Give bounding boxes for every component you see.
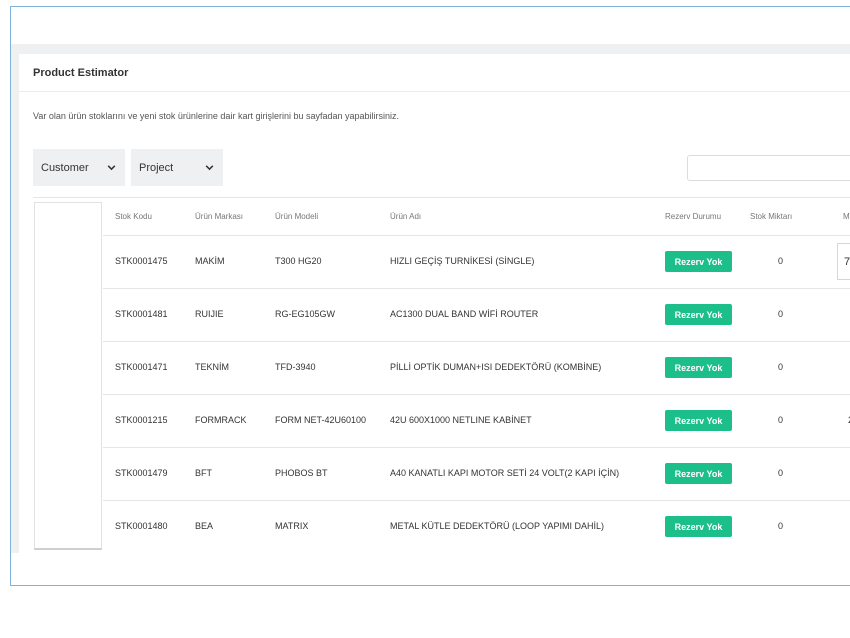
table-top-border (33, 197, 850, 198)
stock-code: STK0001481 (115, 309, 168, 319)
stock-code: STK0001215 (115, 415, 168, 425)
product-estimator-card: Product Estimator Var olan ürün stokları… (19, 54, 850, 553)
page-title: Product Estimator (33, 67, 129, 79)
product-name: PİLLİ OPTİK DUMAN+ISI DEDEKTÖRÜ (KOMBİNE… (390, 362, 602, 372)
brand: TEKNİM (195, 362, 230, 372)
table-row[interactable]: STK0001480 BEA MATRIX METAL KÜTLE DEDEKT… (103, 500, 850, 553)
chevron-down-icon (107, 165, 116, 171)
reserve-status-badge[interactable]: Rezerv Yok (665, 410, 732, 431)
model: T300 HG20 (275, 256, 322, 266)
model: FORM NET-42U60100 (275, 415, 367, 425)
product-name: A40 KANATLI KAPI MOTOR SETİ 24 VOLT(2 KA… (390, 468, 620, 478)
header-stock-quantity: Stok Miktarı (750, 212, 793, 221)
reserve-status-badge[interactable]: Rezerv Yok (665, 516, 732, 537)
stock-quantity: 0 (778, 256, 784, 266)
model: TFD-3940 (275, 362, 316, 372)
header-product-name: Ürün Adı (390, 212, 422, 221)
stock-code: STK0001480 (115, 521, 168, 531)
stock-quantity: 0 (778, 415, 784, 425)
table-row[interactable]: STK0001471 TEKNİM TFD-3940 PİLLİ OPTİK D… (103, 341, 850, 394)
product-name: AC1300 DUAL BAND WİFİ ROUTER (390, 309, 539, 319)
stock-code: STK0001471 (115, 362, 168, 372)
customer-dropdown[interactable]: Customer (33, 149, 125, 186)
reserve-status-badge[interactable]: Rezerv Yok (665, 357, 732, 378)
stock-quantity: 0 (778, 468, 784, 478)
customer-dropdown-label: Customer (41, 161, 89, 174)
reserve-status-badge[interactable]: Rezerv Yok (665, 251, 732, 272)
project-dropdown[interactable]: Project (131, 149, 223, 186)
stock-code: STK0001475 (115, 256, 168, 266)
table-row[interactable]: STK0001479 BFT PHOBOS BT A40 KANATLI KAP… (103, 447, 850, 500)
header-brand: Ürün Markası (195, 212, 244, 221)
stock-quantity: 0 (778, 362, 784, 372)
stock-quantity: 0 (778, 521, 784, 531)
product-name: METAL KÜTLE DEDEKTÖRÜ (LOOP YAPIMI DAHİL… (390, 521, 605, 531)
page-description: Var olan ürün stoklarını ve yeni stok ür… (33, 111, 400, 121)
reserve-status-badge[interactable]: Rezerv Yok (665, 463, 732, 484)
side-panel (34, 202, 102, 550)
product-name: 42U 600X1000 NETLINE KABİNET (390, 415, 532, 425)
model: RG-EG105GW (275, 309, 336, 319)
model: MATRIX (275, 521, 309, 531)
header-reserve-status: Rezerv Durumu (665, 212, 722, 221)
table-row[interactable]: STK0001475 MAKİM T300 HG20 HIZLI GEÇİŞ T… (103, 235, 850, 288)
brand: BFT (195, 468, 212, 478)
brand: MAKİM (195, 256, 225, 266)
header-m: M (843, 212, 850, 221)
brand: FORMRACK (195, 415, 247, 425)
chevron-down-icon (205, 165, 214, 171)
stock-code: STK0001479 (115, 468, 168, 478)
search-input[interactable] (687, 155, 850, 181)
app-frame: Product Estimator Var olan ürün stokları… (10, 6, 850, 586)
quantity-value: 7 (844, 255, 850, 268)
header-model: Ürün Modeli (275, 212, 319, 221)
stock-quantity: 0 (778, 309, 784, 319)
table-row[interactable]: STK0001481 RUIJIE RG-EG105GW AC1300 DUAL… (103, 288, 850, 341)
header-stock-code: Stok Kodu (115, 212, 152, 221)
model: PHOBOS BT (275, 468, 328, 478)
table-row[interactable]: STK0001215 FORMRACK FORM NET-42U60100 42… (103, 394, 850, 447)
project-dropdown-label: Project (139, 161, 174, 174)
product-name: HIZLI GEÇİŞ TURNİKESİ (SİNGLE) (390, 256, 535, 266)
reserve-status-badge[interactable]: Rezerv Yok (665, 304, 732, 325)
brand: RUIJIE (195, 309, 224, 319)
quantity-input[interactable]: 7 (837, 243, 850, 280)
title-divider (19, 91, 850, 92)
brand: BEA (195, 521, 214, 531)
